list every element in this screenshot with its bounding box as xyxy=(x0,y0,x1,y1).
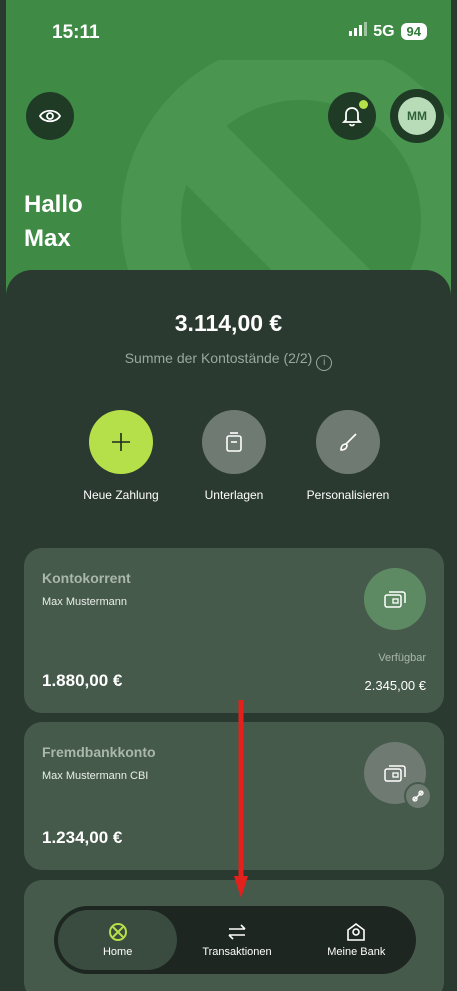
status-right: 5G 94 xyxy=(349,22,427,41)
available-value: 2.345,00 € xyxy=(364,678,426,693)
account-title: Fremdbankkonto xyxy=(42,744,156,760)
greeting: Hallo Max xyxy=(24,188,83,256)
nav-my-bank-label: Meine Bank xyxy=(327,946,386,958)
info-icon[interactable]: i xyxy=(316,354,333,371)
greeting-line-1: Hallo xyxy=(24,191,83,218)
account-card-icon xyxy=(384,765,406,782)
account-owner: Max Mustermann xyxy=(42,596,127,608)
status-bar: 15:11 5G 94 xyxy=(0,0,457,70)
signal-icon xyxy=(349,22,368,41)
account-icon-circle xyxy=(364,742,432,810)
personalize-action[interactable]: Personalisieren xyxy=(288,410,408,502)
home-logo-icon xyxy=(108,923,127,941)
account-icon-circle xyxy=(364,568,426,630)
avatar: MM xyxy=(398,97,436,135)
documents-label: Unterlagen xyxy=(204,488,264,502)
link-icon xyxy=(404,782,432,810)
account-balance: 1.880,00 € xyxy=(42,671,123,690)
personalize-label: Personalisieren xyxy=(306,488,390,502)
bell-icon xyxy=(342,107,362,127)
nav-transactions[interactable]: Transaktionen xyxy=(177,910,296,970)
nav-my-bank[interactable]: Meine Bank xyxy=(297,910,416,970)
available-label: Verfügbar xyxy=(378,652,426,664)
documents-button[interactable] xyxy=(202,410,266,474)
bank-location-icon xyxy=(347,923,366,941)
account-card-icon xyxy=(384,591,406,608)
bottom-navigation: Home Transaktionen Meine Bank xyxy=(54,906,416,974)
total-balance-label-row: Summe der Kontostände (2/2) i xyxy=(6,350,451,371)
total-balance-label: Summe der Kontostände (2/2) xyxy=(124,350,313,366)
new-payment-action[interactable]: Neue Zahlung xyxy=(61,410,181,502)
nav-home-label: Home xyxy=(102,946,133,958)
battery-level: 94 xyxy=(400,23,427,40)
profile-button[interactable]: MM xyxy=(390,89,444,143)
status-time: 15:11 xyxy=(52,22,100,43)
total-balance: 3.114,00 € xyxy=(174,310,283,336)
notifications-button[interactable] xyxy=(328,92,376,140)
greeting-line-2: Max xyxy=(24,225,71,252)
account-title: Kontokorrent xyxy=(42,570,131,586)
eye-icon xyxy=(39,109,61,123)
main-panel: 3.114,00 € Summe der Kontostände (2/2) i … xyxy=(6,270,451,991)
account-card-kontokorrent[interactable]: Kontokorrent Max Mustermann Verfügbar 2.… xyxy=(24,548,444,713)
personalize-button[interactable] xyxy=(316,410,380,474)
annotation-arrow-down xyxy=(234,700,248,898)
documents-action[interactable]: Unterlagen xyxy=(174,410,294,502)
plus-icon xyxy=(112,433,130,451)
brush-icon xyxy=(340,433,357,451)
account-owner: Max Mustermann CBI xyxy=(42,770,149,782)
nav-transactions-label: Transaktionen xyxy=(202,946,272,958)
network-type: 5G xyxy=(373,22,395,40)
toggle-balance-visibility-button[interactable] xyxy=(26,92,74,140)
transfer-arrows-icon xyxy=(228,924,246,940)
account-balance: 1.234,00 € xyxy=(42,828,123,847)
documents-icon xyxy=(226,432,242,452)
phone-screen: 15:11 5G 94 MM Hallo Max 3.114,00 € Summ… xyxy=(0,0,457,991)
new-payment-button[interactable] xyxy=(89,410,153,474)
new-payment-label: Neue Zahlung xyxy=(83,488,159,502)
nav-home[interactable]: Home xyxy=(58,910,178,970)
notification-badge xyxy=(359,100,368,109)
